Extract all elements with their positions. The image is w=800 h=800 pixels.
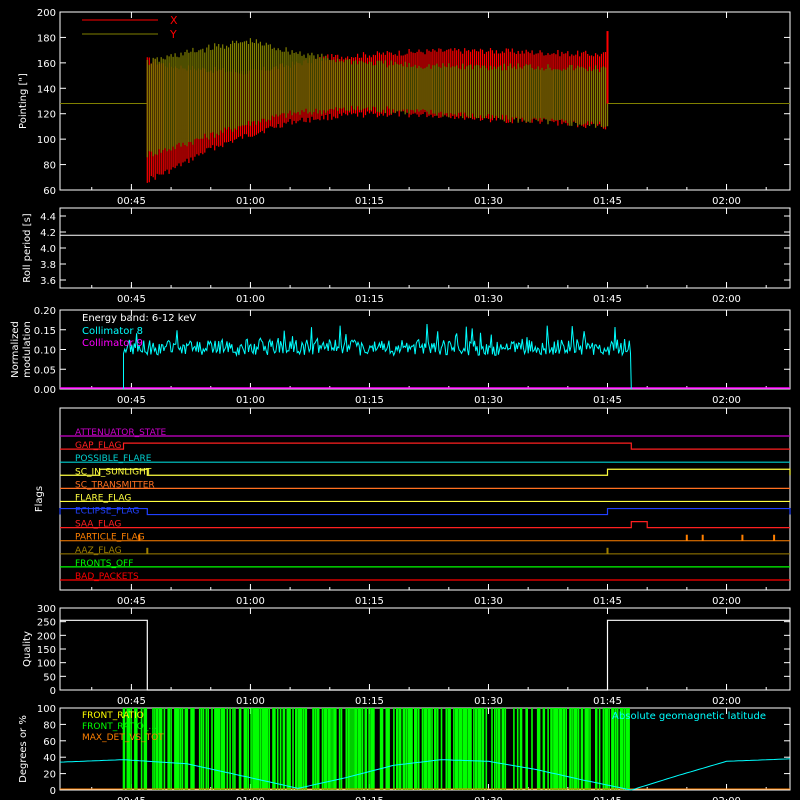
- quality-ytick-label: 100: [37, 659, 56, 670]
- pointing-ytick-label: 60: [43, 186, 56, 197]
- pointing-ylabel: Pointing ["]: [18, 73, 29, 129]
- modulation-ylabel-line2: modulation: [22, 321, 33, 378]
- geomag-legend-2: MAX_DET_VS_TOT: [82, 733, 164, 743]
- flags-xtick-label: 01:00: [236, 596, 265, 607]
- roll-ytick-label: 3.8: [40, 260, 56, 271]
- flags-xtick-label: 00:45: [117, 596, 146, 607]
- quality-ytick-label: 50: [43, 672, 56, 683]
- pointing-ytick-label: 80: [43, 161, 56, 172]
- modulation-xtick-label: 01:00: [236, 395, 265, 406]
- geomag-ytick-label: 40: [43, 753, 56, 764]
- quality-xtick-label: 02:00: [712, 696, 741, 707]
- pointing-legend-label-x: X: [170, 14, 178, 27]
- pointing-ytick-label: 100: [37, 135, 56, 146]
- geomag-ytick-label: 0: [50, 786, 56, 797]
- pointing-xtick-label: 01:00: [236, 196, 265, 207]
- modulation-xtick-label: 00:45: [117, 395, 146, 406]
- modulation-xtick-label: 01:45: [593, 395, 622, 406]
- modulation-ytick-label: 0.10: [34, 346, 56, 357]
- pointing-xtick-label: 00:45: [117, 196, 146, 207]
- pointing-ytick-label: 140: [37, 84, 56, 95]
- pointing-legend-label-y: Y: [169, 28, 177, 41]
- quality-ytick-label: 200: [37, 631, 56, 642]
- modulation-xtick-label: 01:15: [355, 395, 384, 406]
- modulation-legend-0: Collimator 8: [82, 326, 143, 337]
- geomag-xtick-label: 01:15: [355, 796, 384, 800]
- flags-xtick-label: 01:30: [474, 596, 503, 607]
- roll-xtick-label: 01:00: [236, 294, 265, 305]
- geomag-xtick-label: 00:45: [117, 796, 146, 800]
- quality-xtick-label: 01:15: [355, 696, 384, 707]
- flags-ylabel: Flags: [34, 486, 45, 512]
- flags-xtick-label: 02:00: [712, 596, 741, 607]
- modulation-xtick-label: 02:00: [712, 395, 741, 406]
- quality-ylabel: Quality: [22, 631, 33, 667]
- geomag-legend-0: FRONT_RATIO: [82, 711, 144, 721]
- modulation-ytick-label: 0.20: [34, 306, 56, 317]
- roll-xtick-label: 02:00: [712, 294, 741, 305]
- roll-ytick-label: 4.4: [40, 212, 56, 223]
- quality-ytick-label: 300: [37, 604, 56, 615]
- modulation-ylabel-line1: Normalized: [10, 321, 21, 378]
- quality-xtick-label: 01:00: [236, 696, 265, 707]
- quality-ytick-label: 250: [37, 618, 56, 629]
- roll-ylabel: Roll period [s]: [22, 213, 33, 282]
- quality-xtick-label: 01:45: [593, 696, 622, 707]
- pointing-ytick-label: 200: [37, 8, 56, 19]
- pointing-xtick-label: 02:00: [712, 196, 741, 207]
- geomag-xtick-label: 01:30: [474, 796, 503, 800]
- geomag-ytick-label: 60: [43, 737, 56, 748]
- pointing-xtick-label: 01:30: [474, 196, 503, 207]
- modulation-ytick-label: 0.05: [34, 365, 56, 376]
- quality-ytick-label: 150: [37, 645, 56, 656]
- roll-ytick-label: 4.0: [40, 244, 56, 255]
- quality-xtick-label: 01:30: [474, 696, 503, 707]
- quality-ytick-label: 0: [50, 686, 56, 697]
- pointing-xtick-label: 01:45: [593, 196, 622, 207]
- flags-xtick-label: 01:15: [355, 596, 384, 607]
- modulation-legend-1: Collimator 9: [82, 338, 143, 349]
- modulation-annotation: Energy band: 6-12 keV: [82, 313, 196, 324]
- geomag-xtick-label: 01:00: [236, 796, 265, 800]
- geomag-xtick-label: 01:45: [593, 796, 622, 800]
- roll-ytick-label: 4.2: [40, 228, 56, 239]
- geomag-ytick-label: 20: [43, 770, 56, 781]
- modulation-ytick-label: 0.00: [34, 385, 56, 396]
- geomag-legend-1: FRONT_RATIO_...: [82, 722, 157, 732]
- geomag-legend-right: Absolute geomagnetic latitude: [612, 711, 766, 722]
- pointing-ytick-label: 120: [37, 110, 56, 121]
- roll-xtick-label: 01:30: [474, 294, 503, 305]
- geomag-ytick-label: 80: [43, 720, 56, 731]
- figure: 00:45 01:00 01:15 01:30 01:45 02:00 60 80 100 120…: [0, 0, 800, 800]
- roll-xtick-label: 00:45: [117, 294, 146, 305]
- quality-xtick-label: 00:45: [117, 696, 146, 707]
- roll-xtick-label: 01:15: [355, 294, 384, 305]
- modulation-xtick-label: 01:30: [474, 395, 503, 406]
- modulation-ytick-label: 0.15: [34, 326, 56, 337]
- pointing-xtick-label: 01:15: [355, 196, 384, 207]
- flags-xtick-label: 01:45: [593, 596, 622, 607]
- geomag-xtick-label: 02:00: [712, 796, 741, 800]
- roll-ytick-label: 3.6: [40, 276, 56, 287]
- geomag-ylabel: Degrees or %: [18, 715, 29, 783]
- pointing-ytick-label: 180: [37, 33, 56, 44]
- pointing-ytick-label: 160: [37, 59, 56, 70]
- roll-xtick-label: 01:45: [593, 294, 622, 305]
- geomag-ytick-label: 100: [37, 704, 56, 715]
